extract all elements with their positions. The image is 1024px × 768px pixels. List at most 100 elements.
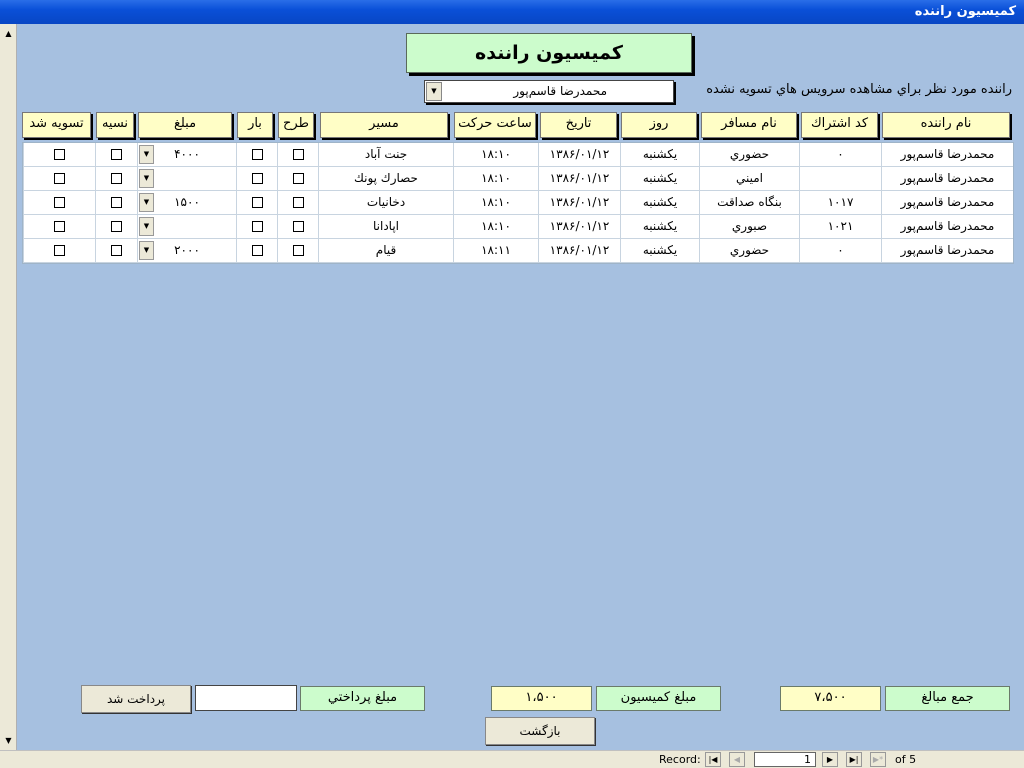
- previous-record-icon[interactable]: ◀: [729, 752, 745, 767]
- bar-checkbox[interactable]: [251, 221, 263, 232]
- cell-time[interactable]: ۱۸:۱۰: [453, 143, 538, 166]
- cell-date[interactable]: ۱۳۸۶/۰۱/۱۲: [538, 215, 620, 238]
- tarh-checkbox[interactable]: [292, 221, 304, 232]
- settled-checkbox[interactable]: [54, 245, 65, 256]
- credit-checkbox[interactable]: [111, 245, 122, 256]
- cell-driver-text: محمدرضا قاسم‌پور: [900, 243, 995, 257]
- cell-code[interactable]: ۰: [799, 239, 881, 262]
- cell-settled: [23, 167, 95, 190]
- cell-amount[interactable]: ▼: [137, 167, 236, 190]
- cell-code[interactable]: ۱۰۲۱: [799, 215, 881, 238]
- cell-bar: [236, 167, 277, 190]
- credit-checkbox[interactable]: [111, 197, 122, 208]
- header-driver-name: نام راننده: [882, 112, 1010, 138]
- scroll-up-arrow-icon[interactable]: ▲: [1, 26, 16, 41]
- tarh-checkbox[interactable]: [292, 149, 304, 160]
- driver-select-value: محمدرضا قاسم‌پور: [513, 84, 607, 98]
- table-row[interactable]: محمدرضا قاسم‌پور اميني يكشنبه ۱۳۸۶/۰۱/۱۲ ۱۸:…: [23, 167, 1013, 191]
- cell-time[interactable]: ۱۸:۱۰: [453, 167, 538, 190]
- cell-code[interactable]: ۰: [799, 143, 881, 166]
- cell-amount[interactable]: ۱۵۰۰ ▼: [137, 191, 236, 214]
- settled-checkbox[interactable]: [54, 173, 65, 184]
- bar-checkbox[interactable]: [251, 197, 263, 208]
- cell-driver[interactable]: محمدرضا قاسم‌پور: [881, 143, 1013, 166]
- cell-time[interactable]: ۱۸:۱۰: [453, 215, 538, 238]
- cell-day-text: يكشنبه: [642, 243, 678, 257]
- vertical-scrollbar[interactable]: ▲ ▼: [0, 24, 17, 750]
- header-passenger-name: نام مسافر: [701, 112, 797, 138]
- paid-button[interactable]: پرداخت شد: [81, 685, 191, 713]
- cell-passenger[interactable]: اميني: [699, 167, 799, 190]
- cell-route[interactable]: حصارك پونك: [318, 167, 453, 190]
- settled-checkbox[interactable]: [54, 197, 65, 208]
- table-row[interactable]: محمدرضا قاسم‌پور ۰ حضوري يكشنبه ۱۳۸۶/۰۱/۱۲ ۱۸…: [23, 239, 1013, 263]
- driver-select[interactable]: ▼ محمدرضا قاسم‌پور: [424, 80, 674, 103]
- credit-checkbox[interactable]: [111, 149, 122, 160]
- last-record-icon[interactable]: ▶|: [846, 752, 862, 767]
- bar-checkbox[interactable]: [251, 245, 263, 256]
- table-row[interactable]: محمدرضا قاسم‌پور ۱۰۱۷ بنگاه صداقت يكشنبه ۱۳۸…: [23, 191, 1013, 215]
- tarh-checkbox[interactable]: [292, 173, 304, 184]
- chevron-down-icon[interactable]: ▼: [139, 145, 154, 164]
- payment-amount-input[interactable]: [195, 685, 297, 711]
- cell-driver[interactable]: محمدرضا قاسم‌پور: [881, 215, 1013, 238]
- cell-credit: [95, 215, 137, 238]
- cell-day[interactable]: يكشنبه: [620, 167, 699, 190]
- bar-checkbox[interactable]: [251, 173, 263, 184]
- chevron-down-icon[interactable]: ▼: [139, 193, 154, 212]
- chevron-down-icon[interactable]: ▼: [139, 217, 154, 236]
- cell-date[interactable]: ۱۳۸۶/۰۱/۱۲: [538, 167, 620, 190]
- cell-driver[interactable]: محمدرضا قاسم‌پور: [881, 167, 1013, 190]
- table-row[interactable]: محمدرضا قاسم‌پور ۱۰۲۱ صبوري يكشنبه ۱۳۸۶/۰۱/۱…: [23, 215, 1013, 239]
- chevron-down-icon[interactable]: ▼: [426, 82, 442, 101]
- header-bar: بار: [237, 112, 273, 138]
- cell-settled: [23, 191, 95, 214]
- bar-checkbox[interactable]: [251, 149, 263, 160]
- cell-passenger[interactable]: حضوري: [699, 239, 799, 262]
- cell-code[interactable]: ۱۰۱۷: [799, 191, 881, 214]
- cell-route[interactable]: جنت آباد: [318, 143, 453, 166]
- cell-driver[interactable]: محمدرضا قاسم‌پور: [881, 239, 1013, 262]
- cell-time[interactable]: ۱۸:۱۱: [453, 239, 538, 262]
- cell-amount[interactable]: ▼: [137, 215, 236, 238]
- cell-tarh: [277, 215, 318, 238]
- header-amount: مبلغ: [138, 112, 232, 138]
- cell-passenger[interactable]: حضوري: [699, 143, 799, 166]
- cell-route[interactable]: قيام: [318, 239, 453, 262]
- tarh-checkbox[interactable]: [292, 197, 304, 208]
- chevron-down-icon[interactable]: ▼: [139, 241, 154, 260]
- cell-route[interactable]: اپادانا: [318, 215, 453, 238]
- settled-checkbox[interactable]: [54, 149, 65, 160]
- credit-checkbox[interactable]: [111, 221, 122, 232]
- first-record-icon[interactable]: |◀: [705, 752, 721, 767]
- settled-checkbox[interactable]: [54, 221, 65, 232]
- credit-checkbox[interactable]: [111, 173, 122, 184]
- scroll-down-arrow-icon[interactable]: ▼: [1, 733, 16, 748]
- cell-bar: [236, 191, 277, 214]
- cell-date[interactable]: ۱۳۸۶/۰۱/۱۲: [538, 239, 620, 262]
- cell-date[interactable]: ۱۳۸۶/۰۱/۱۲: [538, 191, 620, 214]
- cell-passenger[interactable]: صبوري: [699, 215, 799, 238]
- cell-route[interactable]: دخانيات: [318, 191, 453, 214]
- cell-passenger[interactable]: بنگاه صداقت: [699, 191, 799, 214]
- cell-day[interactable]: يكشنبه: [620, 239, 699, 262]
- cell-passenger-text: صبوري: [731, 219, 768, 233]
- tarh-checkbox[interactable]: [292, 245, 304, 256]
- back-button[interactable]: بازگشت: [485, 717, 595, 745]
- cell-day[interactable]: يكشنبه: [620, 215, 699, 238]
- cell-date[interactable]: ۱۳۸۶/۰۱/۱۲: [538, 143, 620, 166]
- cell-time[interactable]: ۱۸:۱۰: [453, 191, 538, 214]
- cell-code[interactable]: [799, 167, 881, 190]
- chevron-down-icon[interactable]: ▼: [139, 169, 154, 188]
- cell-amount-text: ۲۰۰۰: [174, 243, 200, 257]
- next-record-icon[interactable]: ▶: [822, 752, 838, 767]
- table-row[interactable]: محمدرضا قاسم‌پور ۰ حضوري يكشنبه ۱۳۸۶/۰۱/۱۲ ۱۸…: [23, 143, 1013, 167]
- cell-amount[interactable]: ۲۰۰۰ ▼: [137, 239, 236, 262]
- cell-driver[interactable]: محمدرضا قاسم‌پور: [881, 191, 1013, 214]
- current-record-input[interactable]: 1: [754, 752, 816, 767]
- new-record-icon[interactable]: ▶*: [870, 752, 886, 767]
- header-date: تاريخ: [540, 112, 617, 138]
- cell-day[interactable]: يكشنبه: [620, 143, 699, 166]
- cell-day[interactable]: يكشنبه: [620, 191, 699, 214]
- cell-amount[interactable]: ۴۰۰۰ ▼: [137, 143, 236, 166]
